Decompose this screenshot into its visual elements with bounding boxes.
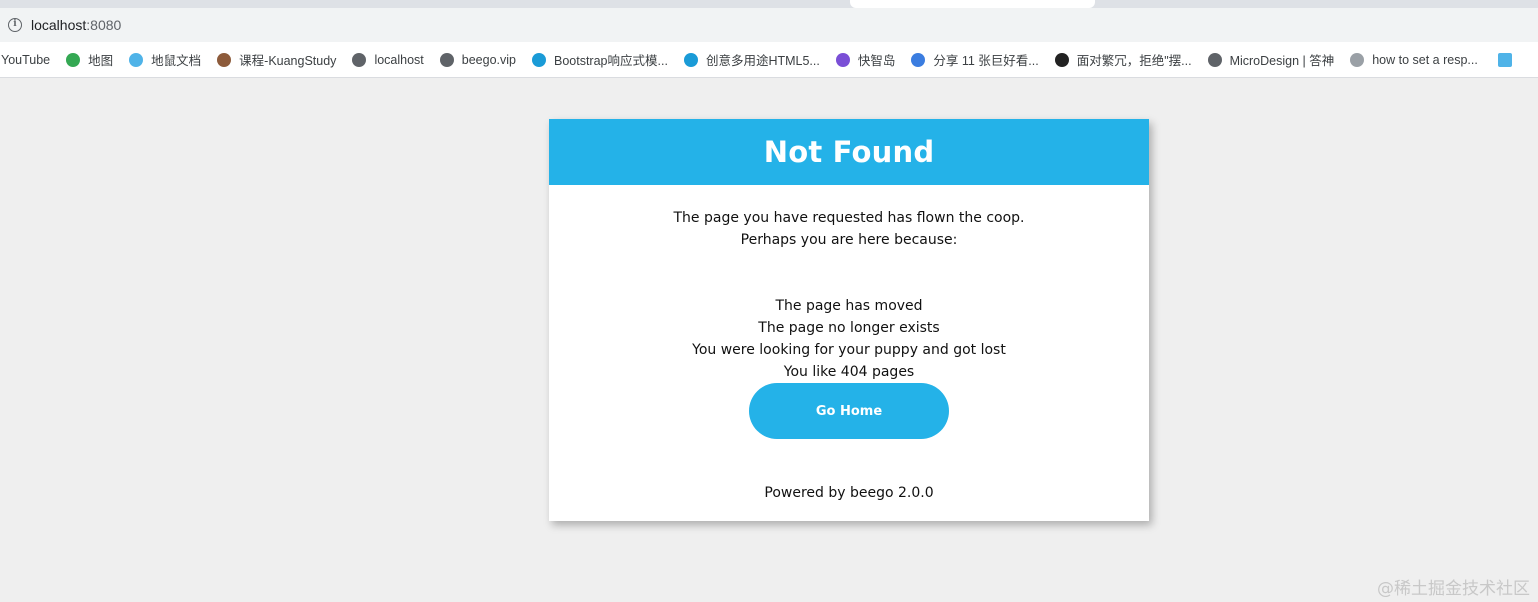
island-icon — [835, 52, 850, 67]
maps-pin-icon — [66, 52, 81, 67]
bookmark-label: 分享 11 张巨好看... — [933, 54, 1039, 68]
layers-icon — [911, 52, 926, 67]
list-item: The page no longer exists — [758, 320, 940, 336]
bookmark-item[interactable]: Bootstrap响应式模... — [532, 50, 668, 69]
bookmark-label: 面对繁冗，拒绝"摆... — [1076, 54, 1192, 68]
active-tab[interactable] — [850, 0, 1095, 8]
bookmark-item[interactable]: how to set a resp... — [1350, 52, 1478, 67]
go-home-button[interactable]: Go Home — [749, 383, 949, 439]
globe-icon — [1207, 52, 1222, 67]
bookmark-item[interactable]: localhost — [352, 52, 424, 67]
bookmark-label: 课程-KuangStudy — [239, 54, 337, 68]
url-port: :8080 — [86, 17, 122, 33]
bookmarks-bar: YouTube 地图 地鼠文档 课程-KuangStudy localhost beego… — [0, 42, 1538, 78]
bookmark-label: localhost — [374, 52, 424, 67]
bookmark-item[interactable]: 地鼠文档 — [129, 50, 201, 69]
bookmark-item[interactable]: 面对繁冗，拒绝"摆... — [1054, 50, 1192, 69]
watermark: @稀土掘金技术社区 — [1377, 579, 1530, 599]
bookmark-label: 创意多用途HTML5... — [705, 54, 820, 68]
bookmark-label: 地图 — [88, 54, 114, 68]
list-item: You like 404 pages — [783, 364, 915, 380]
bookmark-item[interactable]: 地图 — [66, 50, 113, 69]
intro-text: The page you have requested has flown th… — [549, 207, 1149, 251]
cloud-icon — [683, 52, 698, 67]
bookmark-label: YouTube — [1, 52, 51, 67]
bookmark-item[interactable]: 快智岛 — [835, 50, 896, 69]
cloud-icon — [532, 52, 546, 67]
bookmark-item[interactable]: 课程-KuangStudy — [217, 50, 336, 69]
bookmark-item[interactable]: YouTube — [1, 53, 50, 67]
url-host: localhost — [31, 17, 87, 33]
address-bar[interactable]: i localhost:8080 — [0, 8, 1538, 42]
info-icon[interactable]: i — [8, 18, 22, 32]
bookmark-item[interactable]: 创意多用途HTML5... — [683, 50, 820, 69]
bookmark-label: 快智岛 — [857, 54, 896, 68]
url-text[interactable]: localhost:8080 — [31, 17, 121, 33]
list-item: The page has moved — [775, 298, 923, 314]
logo-icon — [1054, 52, 1069, 67]
tab-strip — [0, 0, 1538, 8]
page-title: Not Found — [763, 135, 935, 169]
image-icon — [1350, 52, 1365, 67]
bookmark-item[interactable]: 分享 11 张巨好看... — [911, 50, 1039, 69]
bookmark-item[interactable]: beego.vip — [439, 52, 516, 67]
card-header: Not Found — [549, 119, 1149, 185]
globe-icon — [439, 52, 454, 67]
list-item: You were looking for your puppy and got … — [692, 342, 1006, 358]
bookmark-label: how to set a resp... — [1372, 52, 1478, 67]
globe-icon — [352, 52, 367, 67]
bookmark-item[interactable]: MicroDesign | 答神 — [1207, 50, 1335, 69]
bookmark-label: beego.vip — [461, 52, 516, 67]
avatar-icon — [217, 52, 232, 67]
intro-line-1: The page you have requested has flown th… — [673, 210, 1025, 226]
bookmark-label: MicroDesign | 答神 — [1229, 54, 1335, 68]
not-found-card: Not Found The page you have requested ha… — [549, 119, 1149, 521]
bookmark-label: 地鼠文档 — [151, 54, 202, 68]
reasons-list: The page has moved The page no longer ex… — [549, 295, 1149, 383]
intro-line-2: Perhaps you are here because: — [740, 232, 958, 248]
gopher-icon — [129, 52, 144, 67]
overflow-bookmark-icon[interactable] — [1497, 52, 1512, 67]
bookmark-label: Bootstrap响应式模... — [554, 54, 668, 68]
powered-by-text: Powered by beego 2.0.0 — [764, 485, 934, 501]
